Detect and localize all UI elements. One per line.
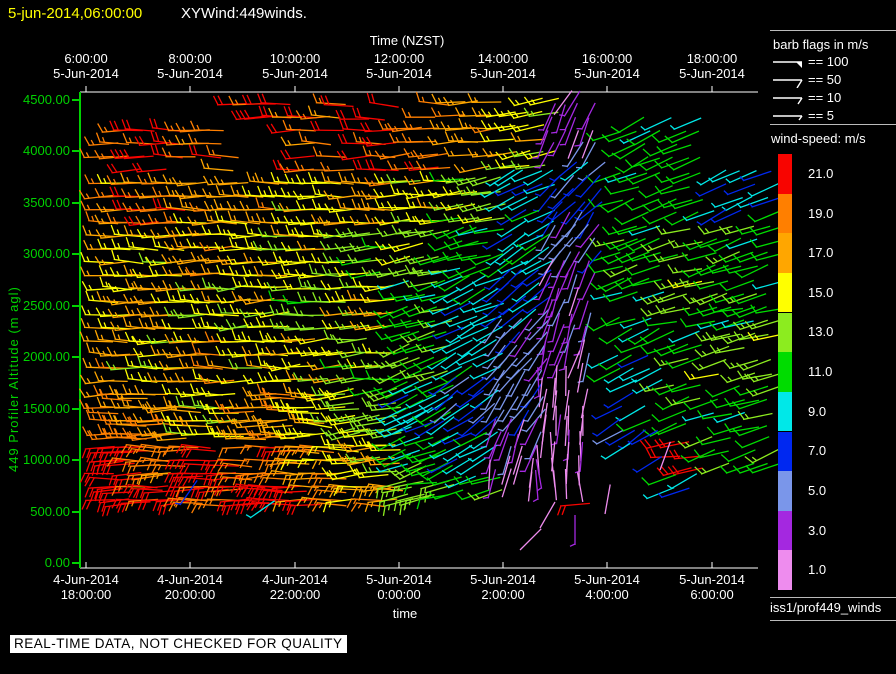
top-axis-tick: 8:00:00 5-Jun-2014 (157, 51, 223, 81)
colorbar-segment (778, 272, 792, 313)
colorbar-segment (778, 550, 792, 590)
legend-separator-top (770, 30, 896, 31)
speed-legend-title: wind-speed: m/s (771, 131, 866, 146)
colorbar-segment (778, 471, 792, 511)
top-axis-tick: 18:00:00 5-Jun-2014 (679, 51, 745, 81)
quality-disclaimer: REAL-TIME DATA, NOT CHECKED FOR QUALITY (10, 635, 347, 653)
data-source-label: iss1/prof449_winds (770, 600, 882, 615)
barb-legend-entry: == 10 (772, 90, 892, 108)
colorbar-segment (778, 431, 792, 472)
colorbar-value: 19.0 (808, 205, 834, 221)
colorbar-value: 15.0 (808, 284, 834, 300)
left-axis-tick: 2000.00 (23, 349, 70, 364)
colorbar-segment (778, 510, 792, 551)
bottom-axis-tick: 4-Jun-2014 22:00:00 (262, 572, 328, 602)
bottom-axis-tick: 5-Jun-2014 4:00:00 (574, 572, 640, 602)
top-axis-label: Time (NZST) (369, 33, 445, 48)
bottom-axis-tick: 5-Jun-2014 6:00:00 (679, 572, 745, 602)
legend-separator-mid (770, 124, 896, 125)
left-axis-tick: 500.00 (30, 504, 70, 519)
colorbar-value: 13.0 (808, 324, 834, 340)
left-axis-label: 449 Profiler Altitude (m agl) (6, 286, 21, 472)
colorbar-segment (778, 391, 792, 432)
left-axis-tick: 4000.00 (23, 143, 70, 158)
barb-legend-text: == 50 (808, 72, 842, 87)
half-barb-icon (773, 115, 803, 121)
barb-legend-entry: == 100 (772, 54, 892, 72)
plot-title: XYWind:449winds. (181, 5, 307, 22)
barb-legend-text: == 5 (808, 108, 835, 123)
bottom-axis-tick: 4-Jun-2014 18:00:00 (53, 572, 119, 602)
barb-legend-text: == 100 (808, 54, 849, 69)
colorbar-value: 1.0 (808, 562, 827, 578)
left-axis-tick: 1500.00 (23, 401, 70, 416)
wind-profiler-screen: 5-jun-2014,06:00:00 XYWind:449winds. Tim… (0, 0, 896, 674)
plot-timestamp: 5-jun-2014,06:00:00 (8, 5, 143, 22)
colorbar-value: 3.0 (808, 522, 827, 538)
top-axis-tick: 10:00:00 5-Jun-2014 (262, 51, 328, 81)
bottom-axis-tick: 4-Jun-2014 20:00:00 (157, 572, 223, 602)
left-axis-tick: 3000.00 (23, 246, 70, 261)
bottom-axis-label: time (392, 606, 418, 621)
colorbar-value: 5.0 (808, 482, 827, 498)
top-axis-tick: 16:00:00 5-Jun-2014 (574, 51, 640, 81)
colorbar-segment (778, 352, 792, 392)
pennant-barb-icon (773, 61, 802, 68)
left-axis-tick: 0.00 (44, 555, 70, 570)
bottom-axis-tick: 5-Jun-2014 0:00:00 (366, 572, 432, 602)
legend-separator-bottom (770, 620, 896, 621)
colorbar-segment (778, 312, 792, 353)
left-axis-tick: 3500.00 (23, 195, 70, 210)
bottom-axis-tick: 5-Jun-2014 2:00:00 (470, 572, 536, 602)
top-axis-tick: 14:00:00 5-Jun-2014 (470, 51, 536, 81)
colorbar-value: 17.0 (808, 245, 834, 261)
wind-barb-plot (72, 86, 786, 569)
barb-legend-text: == 10 (808, 90, 842, 105)
colorbar-value: 21.0 (808, 165, 834, 181)
barb-legend-title: barb flags in m/s (773, 37, 869, 52)
top-axis-tick: 12:00:00 5-Jun-2014 (366, 51, 432, 81)
left-axis-tick: 1000.00 (23, 452, 70, 467)
left-axis-tick: 2500.00 (23, 298, 70, 313)
full-barb-icon (773, 97, 803, 105)
colorbar-segment (778, 233, 792, 273)
wind-speed-colorbar: 21.0 19.0 17.0 15.0 13.0 11.0 9.0 7.0 5.0 3.0 1.0 (778, 154, 896, 590)
barb-legend-entry: == 50 (772, 72, 892, 90)
colorbar-value: 9.0 (808, 403, 827, 419)
top-axis-tick: 6:00:00 5-Jun-2014 (53, 51, 119, 81)
colorbar-segment (778, 193, 792, 234)
legend-separator-low (770, 597, 896, 598)
colorbar-segment (778, 154, 792, 194)
full-long-barb-icon (773, 79, 803, 88)
left-axis-tick: 4500.00 (23, 92, 70, 107)
colorbar-value: 11.0 (808, 364, 833, 379)
colorbar-value: 7.0 (808, 443, 827, 459)
